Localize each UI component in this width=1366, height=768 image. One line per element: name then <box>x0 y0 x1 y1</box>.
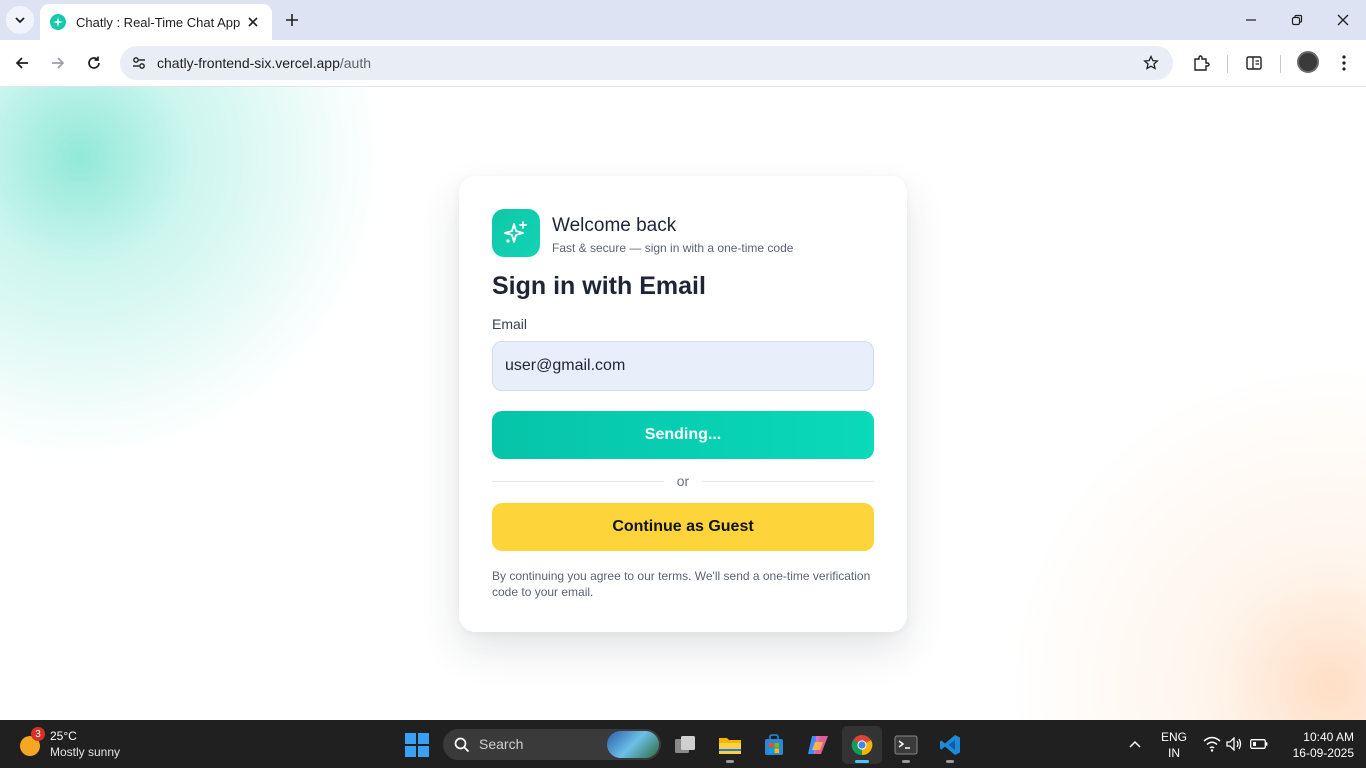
tab-close-icon[interactable] <box>244 13 262 31</box>
browser-toolbar: chatly-frontend-six.vercel.app/auth <box>0 40 1366 87</box>
tray-overflow-chevron-icon[interactable] <box>1126 720 1146 768</box>
back-arrow-icon[interactable] <box>7 48 37 78</box>
email-field[interactable] <box>492 341 874 391</box>
system-tray-status[interactable] <box>1200 720 1272 768</box>
sign-in-card: Welcome back Fast & secure — sign in wit… <box>459 176 907 632</box>
continue-as-guest-button[interactable]: Continue as Guest <box>492 503 874 551</box>
taskbar-search-box[interactable]: Search <box>443 729 661 760</box>
bookmark-star-icon[interactable] <box>1141 53 1161 73</box>
clock-time: 10:40 AM <box>1303 730 1354 744</box>
weather-temperature: 25°C <box>50 729 77 743</box>
new-tab-plus-icon[interactable] <box>280 8 304 32</box>
region-code: IN <box>1168 746 1180 760</box>
running-indicator <box>946 760 954 763</box>
vscode-icon[interactable] <box>930 726 970 764</box>
send-code-button[interactable]: Sending... <box>492 411 874 459</box>
welcome-title: Welcome back <box>552 215 677 236</box>
email-label: Email <box>492 316 528 332</box>
divider-line-right <box>702 481 874 482</box>
reload-icon[interactable] <box>79 48 109 78</box>
url-text: chatly-frontend-six.vercel.app/auth <box>157 55 371 71</box>
url-host: chatly-frontend-six.vercel.app <box>157 55 340 71</box>
running-indicator <box>902 760 910 763</box>
auth-page: Welcome back Fast & secure — sign in wit… <box>0 87 1366 720</box>
page-title: Sign in with Email <box>492 272 706 300</box>
reading-list-icon[interactable] <box>1241 50 1267 76</box>
terms-notice: By continuing you agree to our terms. We… <box>492 569 871 599</box>
clock-date: 16-09-2025 <box>1292 746 1354 760</box>
restore-icon[interactable] <box>1274 0 1320 40</box>
wifi-icon <box>1203 736 1221 752</box>
chevron-down-icon <box>15 17 25 24</box>
toolbar-separator <box>1227 55 1228 73</box>
toolbar-separator <box>1280 55 1281 73</box>
file-explorer-icon[interactable] <box>710 726 750 764</box>
close-window-icon[interactable] <box>1320 0 1366 40</box>
site-info-icon[interactable] <box>126 50 152 76</box>
browser-tab-strip: Chatly : Real-Time Chat App <box>0 0 1366 40</box>
browser-tab-active[interactable]: Chatly : Real-Time Chat App <box>40 4 272 40</box>
task-view-icon[interactable] <box>666 726 706 764</box>
menu-kebab-icon[interactable] <box>1331 50 1357 76</box>
tab-title: Chatly : Real-Time Chat App <box>76 14 241 30</box>
welcome-tagline: Fast & secure — sign in with a one-time … <box>552 241 794 255</box>
sparkle-favicon-icon <box>50 14 66 30</box>
minimize-icon[interactable] <box>1228 0 1274 40</box>
taskbar-search-placeholder: Search <box>479 736 524 752</box>
language-code: ENG <box>1160 730 1187 744</box>
volume-icon <box>1226 737 1242 751</box>
terminal-icon[interactable] <box>886 726 926 764</box>
sparkles-icon <box>504 221 527 243</box>
address-bar[interactable]: chatly-frontend-six.vercel.app/auth <box>120 46 1173 80</box>
profile-avatar[interactable] <box>1297 51 1319 73</box>
url-path: /auth <box>339 55 372 71</box>
copilot-icon[interactable] <box>798 726 838 764</box>
weather-widget[interactable]: 3 25°C Mostly sunny <box>14 726 154 762</box>
running-indicator <box>855 760 869 763</box>
weather-badge: 3 <box>31 727 45 741</box>
forward-arrow-icon[interactable] <box>43 48 73 78</box>
chrome-icon[interactable] <box>842 726 882 764</box>
clock[interactable]: 10:40 AM 16-09-2025 <box>1280 720 1354 768</box>
search-highlight-image <box>607 731 659 758</box>
microsoft-store-icon[interactable] <box>754 726 794 764</box>
or-divider: or <box>492 472 874 490</box>
running-indicator <box>726 760 734 763</box>
search-icon <box>454 737 470 753</box>
app-logo <box>492 209 540 257</box>
extensions-puzzle-icon[interactable] <box>1188 50 1214 76</box>
weather-condition: Mostly sunny <box>50 745 121 759</box>
language-indicator[interactable]: ENG IN <box>1156 720 1192 768</box>
tab-search-button[interactable] <box>6 6 34 34</box>
windows-start-icon[interactable] <box>404 732 430 758</box>
battery-icon <box>1250 739 1268 749</box>
